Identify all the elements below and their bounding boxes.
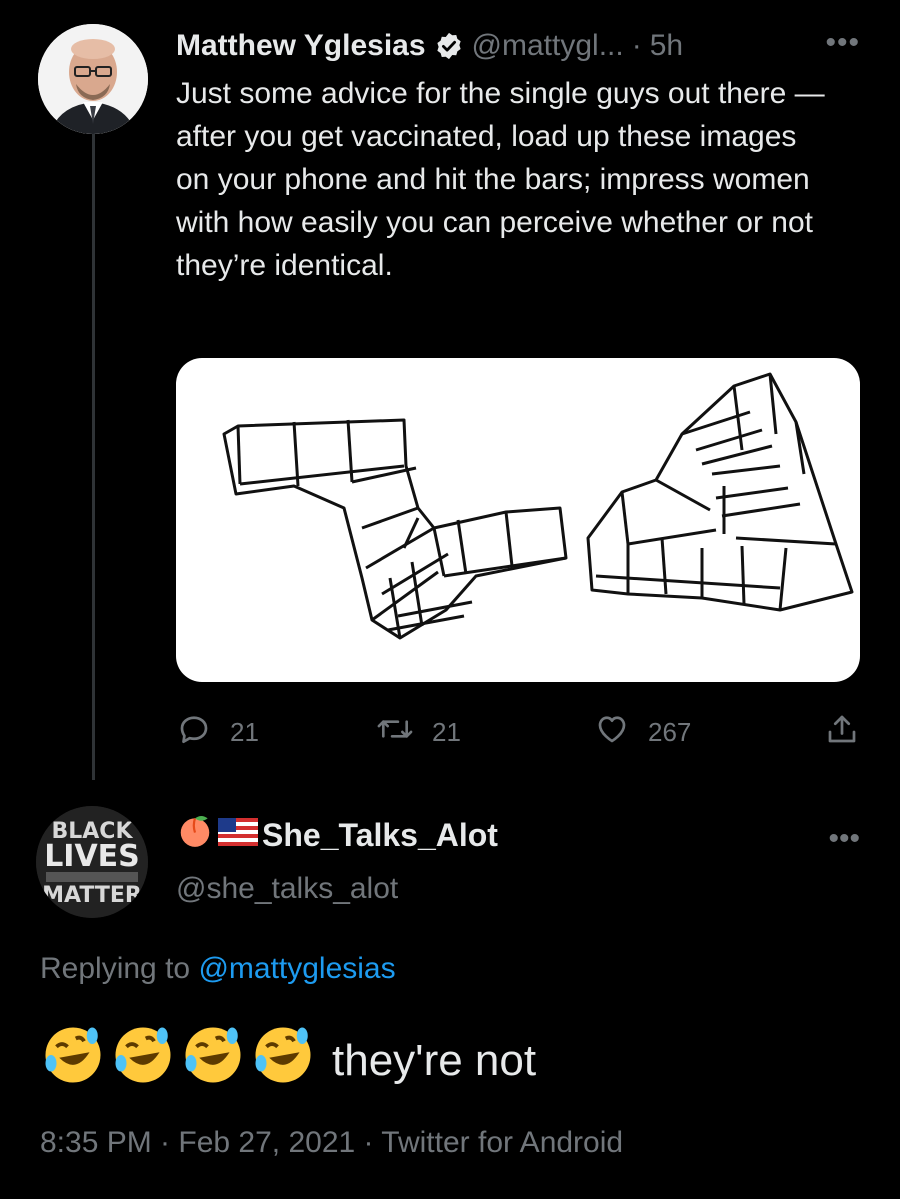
reply-count: 21 bbox=[230, 716, 259, 747]
share-button[interactable] bbox=[824, 711, 860, 754]
tweet-image[interactable] bbox=[176, 358, 860, 682]
retweet-count: 21 bbox=[432, 716, 461, 747]
thread-connector-line bbox=[92, 130, 95, 780]
retweet-icon bbox=[376, 711, 414, 754]
reply-timestamp[interactable]: 8:35 PM · Feb 27, 2021 · Twitter for And… bbox=[40, 1126, 623, 1160]
reply-author-name: She_Talks_Alot bbox=[262, 816, 498, 853]
reply-more-options-button[interactable]: ••• bbox=[828, 822, 860, 856]
rofl-emoji-icon bbox=[110, 1022, 176, 1099]
rofl-emoji-icon bbox=[180, 1022, 246, 1099]
reply-text-row: they're not bbox=[40, 1022, 536, 1099]
verified-icon bbox=[434, 31, 464, 61]
reply-icon bbox=[176, 711, 212, 754]
replying-to-line: Replying to @mattyglesias bbox=[40, 952, 396, 986]
reply-header: She_Talks_Alot @she_talks_alot bbox=[176, 812, 498, 906]
avatar-line-3: MATTER bbox=[42, 883, 142, 908]
like-count: 267 bbox=[648, 716, 692, 747]
us-flag-icon bbox=[218, 817, 258, 854]
author-avatar[interactable] bbox=[38, 24, 148, 134]
share-icon bbox=[824, 711, 860, 754]
retweet-button[interactable]: 21 bbox=[376, 711, 461, 754]
reply-text: they're not bbox=[332, 1035, 537, 1085]
rofl-emoji-icon bbox=[250, 1022, 316, 1099]
reply-author-avatar[interactable]: BLACK LIVES MATTER bbox=[36, 806, 148, 918]
more-options-button[interactable]: ••• bbox=[825, 26, 860, 60]
like-button[interactable]: 267 bbox=[594, 711, 691, 754]
tweet-header: Matthew Yglesias @mattygl... · 5h bbox=[176, 26, 860, 66]
separator-dot: · bbox=[631, 29, 642, 62]
author-name[interactable]: Matthew Yglesias bbox=[176, 29, 426, 63]
tweet: Matthew Yglesias @mattygl... · 5h ••• Ju… bbox=[176, 26, 860, 287]
tweet-actions-bar: 21 21 267 bbox=[176, 710, 860, 754]
rofl-emoji-icon bbox=[40, 1022, 106, 1099]
author-handle[interactable]: @mattygl... bbox=[472, 29, 624, 63]
tweet-time[interactable]: 5h bbox=[650, 29, 683, 63]
replying-to-mention[interactable]: @mattyglesias bbox=[198, 952, 395, 985]
reply-button[interactable]: 21 bbox=[176, 711, 259, 754]
reply-author-name-row[interactable]: She_Talks_Alot bbox=[176, 812, 498, 858]
like-icon bbox=[594, 711, 630, 754]
peach-emoji-icon bbox=[176, 812, 214, 858]
tweet-text: Just some advice for the single guys out… bbox=[176, 77, 825, 282]
replying-to-prefix: Replying to bbox=[40, 952, 199, 985]
reply-author-handle[interactable]: @she_talks_alot bbox=[176, 872, 498, 906]
emoji-group bbox=[40, 1022, 316, 1099]
avatar-line-2: LIVES bbox=[44, 839, 140, 874]
